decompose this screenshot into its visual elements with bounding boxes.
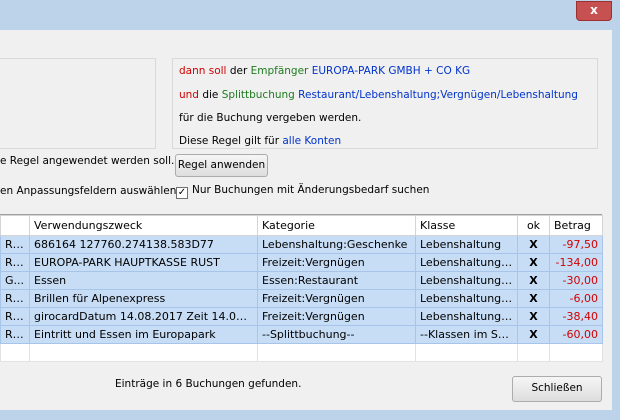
- cell-empty: [549, 343, 603, 362]
- cell-category: Lebenshaltung:Geschenke: [257, 235, 416, 254]
- column-header-category[interactable]: Kategorie: [257, 215, 416, 236]
- cell-amount: -97,50: [549, 235, 603, 254]
- cell-class: --Klassen im Spli...: [415, 325, 518, 344]
- cell-category: Essen:Restaurant: [257, 271, 416, 290]
- cell-ok[interactable]: X: [517, 235, 550, 254]
- cell-purpose: Brillen für Alpenexpress: [29, 289, 258, 308]
- table-row[interactable]: RK ... girocardDatum 14.08.2017 Zeit 14.…: [0, 307, 603, 326]
- cell-ok[interactable]: X: [517, 307, 550, 326]
- cell-amount: -134,00: [549, 253, 603, 272]
- window-frame-right: [612, 30, 620, 420]
- cell-purpose: EUROPA-PARK HAUPTKASSE RUST: [29, 253, 258, 272]
- cell-category: Freizeit:Vergnügen: [257, 289, 416, 308]
- column-header[interactable]: [0, 215, 30, 236]
- cell-purpose: Essen: [29, 271, 258, 290]
- rule-value-link[interactable]: Restaurant/Lebenshaltung;Vergnügen/Leben…: [298, 89, 578, 101]
- cell-empty: [415, 343, 518, 362]
- table-row[interactable]: RK ... Brillen für Alpenexpress Freizeit…: [0, 289, 603, 308]
- close-icon: x: [590, 3, 598, 17]
- filter-checkbox-row[interactable]: ✓ Nur Buchungen mit Änderungsbedarf suche…: [176, 184, 429, 199]
- rule-line-recipient: dann soll der Empfänger EUROPA-PARK GMBH…: [179, 65, 470, 77]
- cell-ok[interactable]: X: [517, 289, 550, 308]
- rule-line-assign: für die Buchung vergeben werden.: [179, 112, 362, 124]
- cell-prefix: RK ...: [0, 253, 30, 272]
- rule-keyword: und: [179, 89, 199, 101]
- table-row[interactable]: RK ... 686164 127760.274138.583D77 Leben…: [0, 235, 603, 254]
- cell-prefix: RK ...: [0, 289, 30, 308]
- rule-line-scope: Diese Regel gilt für alle Konten: [179, 135, 341, 147]
- rule-field: Splittbuchung: [221, 89, 295, 101]
- filter-checkbox-label[interactable]: Nur Buchungen mit Änderungsbedarf suchen: [192, 184, 429, 196]
- rule-text: der: [226, 65, 251, 77]
- rule-value-link[interactable]: EUROPA-PARK GMBH + CO KG: [312, 65, 470, 77]
- column-header-ok[interactable]: ok: [517, 215, 550, 236]
- cell-ok[interactable]: X: [517, 271, 550, 290]
- cell-purpose: girocardDatum 14.08.2017 Zeit 14.06Ka: [29, 307, 258, 326]
- rule-keyword: dann soll: [179, 65, 227, 77]
- cell-empty: [29, 343, 258, 362]
- rule-description-panel: dann soll der Empfänger EUROPA-PARK GMBH…: [172, 58, 598, 149]
- table-header-row: Verwendungszweck Kategorie Klasse ok Bet…: [0, 215, 603, 236]
- window-close-button[interactable]: x: [576, 1, 612, 21]
- cell-class: Lebenshaltung:...: [415, 307, 518, 326]
- apply-rule-button[interactable]: Regel anwenden: [175, 154, 268, 177]
- table-row[interactable]: RK ... EUROPA-PARK HAUPTKASSE RUST Freiz…: [0, 253, 603, 272]
- condition-panel: [0, 58, 156, 149]
- cell-category: --Splittbuchung--: [257, 325, 416, 344]
- cell-amount: -38,40: [549, 307, 603, 326]
- cell-ok[interactable]: X: [517, 253, 550, 272]
- cell-prefix: RK ...: [0, 325, 30, 344]
- column-header-class[interactable]: Klasse: [415, 215, 518, 236]
- column-header-purpose[interactable]: Verwendungszweck: [29, 215, 258, 236]
- cell-purpose: 686164 127760.274138.583D77: [29, 235, 258, 254]
- apply-description: e Regel angewendet werden soll.: [0, 155, 175, 167]
- cell-class: Lebenshaltung:...: [415, 289, 518, 308]
- cell-empty: [257, 343, 416, 362]
- cell-amount: -60,00: [549, 325, 603, 344]
- rule-accounts-link[interactable]: alle Konten: [282, 135, 341, 147]
- column-header-amount[interactable]: Betrag: [549, 215, 603, 236]
- cell-prefix: G...: [0, 271, 30, 290]
- rule-text: die: [198, 89, 222, 101]
- bookings-table[interactable]: Verwendungszweck Kategorie Klasse ok Bet…: [0, 214, 603, 362]
- cell-class: Lebenshaltung: [415, 235, 518, 254]
- rule-line-split: und die Splittbuchung Restaurant/Lebensh…: [179, 89, 578, 101]
- window-frame-bottom: [0, 410, 620, 420]
- rule-text: Diese Regel gilt für: [179, 135, 283, 147]
- title-bar: [0, 0, 620, 30]
- cell-amount: -30,00: [549, 271, 603, 290]
- table-row-empty[interactable]: [0, 343, 603, 362]
- dialog-content: dann soll der Empfänger EUROPA-PARK GMBH…: [0, 30, 612, 410]
- table-row[interactable]: G... Essen Essen:Restaurant Lebenshaltun…: [0, 271, 603, 290]
- cell-category: Freizeit:Vergnügen: [257, 307, 416, 326]
- cell-class: Lebenshaltung:...: [415, 271, 518, 290]
- cell-prefix: RK ...: [0, 235, 30, 254]
- cell-category: Freizeit:Vergnügen: [257, 253, 416, 272]
- cell-amount: -6,00: [549, 289, 603, 308]
- select-description: en Anpassungsfeldern auswählen: [0, 185, 177, 197]
- filter-checkbox[interactable]: ✓: [176, 187, 188, 199]
- cell-purpose: Eintritt und Essen im Europapark: [29, 325, 258, 344]
- cell-empty: [0, 343, 30, 362]
- table-row[interactable]: RK ... Eintritt und Essen im Europapark …: [0, 325, 603, 344]
- rule-field: Empfänger: [250, 65, 309, 77]
- cell-ok[interactable]: X: [517, 325, 550, 344]
- cell-empty: [517, 343, 550, 362]
- cell-prefix: RK ...: [0, 307, 30, 326]
- cell-class: Lebenshaltung:...: [415, 253, 518, 272]
- close-dialog-button[interactable]: Schließen: [512, 376, 602, 402]
- result-status: Einträge in 6 Buchungen gefunden.: [115, 378, 302, 390]
